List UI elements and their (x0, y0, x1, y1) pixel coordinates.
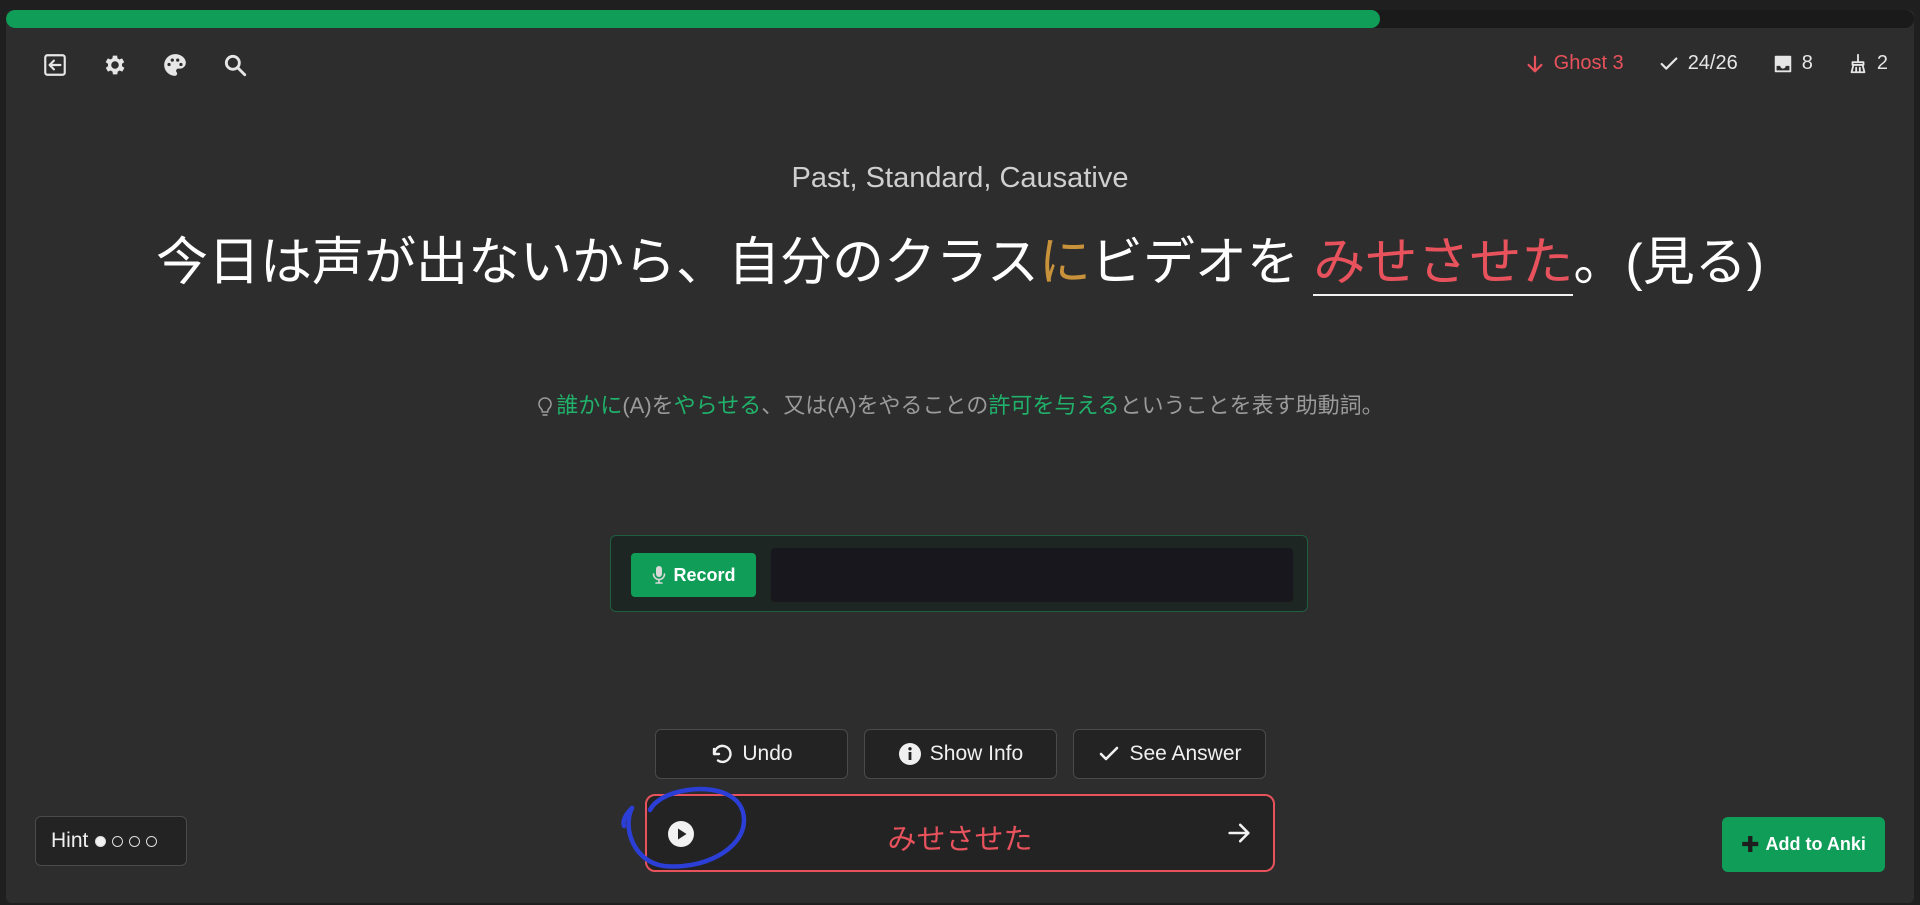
correct-label: 24/26 (1687, 52, 1738, 74)
exit-icon (44, 54, 66, 76)
lightbulb-icon (538, 397, 553, 416)
ghost-counter[interactable]: Ghost 3 (1524, 52, 1624, 75)
hint-dot (129, 835, 141, 847)
ghost-label: Ghost 3 (1553, 52, 1624, 74)
broom-icon (1850, 53, 1866, 73)
sentence-answer: みせさせた (1313, 234, 1574, 296)
next-arrow-icon[interactable] (1225, 819, 1253, 847)
hint-label: Hint (51, 829, 89, 852)
theme-button[interactable] (160, 50, 190, 80)
answer-reveal-box: みせさせた (645, 794, 1275, 872)
toolbar-left (40, 50, 250, 80)
add-to-anki-button[interactable]: ✚ Add to Anki (1722, 817, 1885, 872)
gear-icon (105, 55, 125, 75)
check-icon (1100, 746, 1119, 761)
grammar-hint: 誰かに(A)をやらせる、又は(A)をやることの許可を与えるということを表す助動詞… (0, 388, 1920, 420)
add-to-anki-label: Add to Anki (1765, 834, 1866, 854)
record-button[interactable]: Record (631, 553, 756, 597)
hint-dot (95, 835, 107, 847)
search-button[interactable] (220, 50, 250, 80)
undo-label: Undo (742, 742, 793, 765)
inbox-counter[interactable]: 8 (1772, 52, 1813, 75)
inbox-label: 8 (1801, 52, 1813, 74)
hint-part-1: 誰かに (556, 393, 623, 418)
action-buttons: Undo Show Info See Answer (655, 729, 1266, 779)
undo-button[interactable]: Undo (655, 729, 848, 779)
prompt-sentence: 今日は声が出ないから、自分のクラスにビデオを みせさせた。(見る) (0, 228, 1920, 298)
arrow-down-icon (1527, 55, 1543, 72)
hint-dot (146, 835, 158, 847)
search-icon (224, 54, 247, 77)
hint-level-indicator (95, 835, 158, 847)
inbox-icon (1774, 55, 1791, 72)
sweep-counter[interactable]: 2 (1847, 52, 1888, 75)
see-answer-button[interactable]: See Answer (1073, 729, 1266, 779)
sentence-middle: ビデオを (1090, 234, 1299, 292)
see-answer-label: See Answer (1129, 742, 1242, 765)
hint-part-2: (A)を (622, 393, 674, 418)
record-panel: Record (610, 535, 1308, 612)
hint-part-3: やらせる (673, 393, 762, 418)
sentence-particle: に (1038, 234, 1091, 292)
progress-bar (6, 10, 1914, 28)
answer-text: みせさせた (887, 824, 1033, 856)
progress-bar-fill (6, 10, 1380, 28)
undo-icon (713, 744, 733, 764)
hint-dot (112, 835, 124, 847)
info-icon (898, 743, 921, 765)
microphone-icon (653, 566, 666, 584)
correct-counter[interactable]: 24/26 (1658, 52, 1738, 75)
sentence-after: 。(見る) (1573, 234, 1765, 292)
answer-input[interactable] (771, 548, 1293, 602)
hint-part-5: 許可を与える (988, 393, 1120, 418)
plus-icon: ✚ (1741, 831, 1760, 857)
show-info-button[interactable]: Show Info (864, 729, 1057, 779)
record-label: Record (673, 564, 736, 585)
toolbar-stats: Ghost 3 24/26 8 2 (1524, 52, 1888, 75)
hint-part-6: ということを表す助動詞。 (1119, 393, 1384, 418)
exit-button[interactable] (40, 50, 70, 80)
hint-button[interactable]: Hint (35, 816, 187, 866)
sentence-before: 今日は声が出ないから、自分のクラス (155, 234, 1039, 292)
hint-part-4: 、又は(A)をやることの (761, 393, 989, 418)
palette-icon (164, 54, 186, 76)
conjugation-subtitle: Past, Standard, Causative (791, 162, 1129, 194)
sweep-label: 2 (1876, 52, 1888, 74)
show-info-label: Show Info (929, 742, 1024, 765)
check-icon (1660, 56, 1678, 70)
settings-button[interactable] (100, 50, 130, 80)
